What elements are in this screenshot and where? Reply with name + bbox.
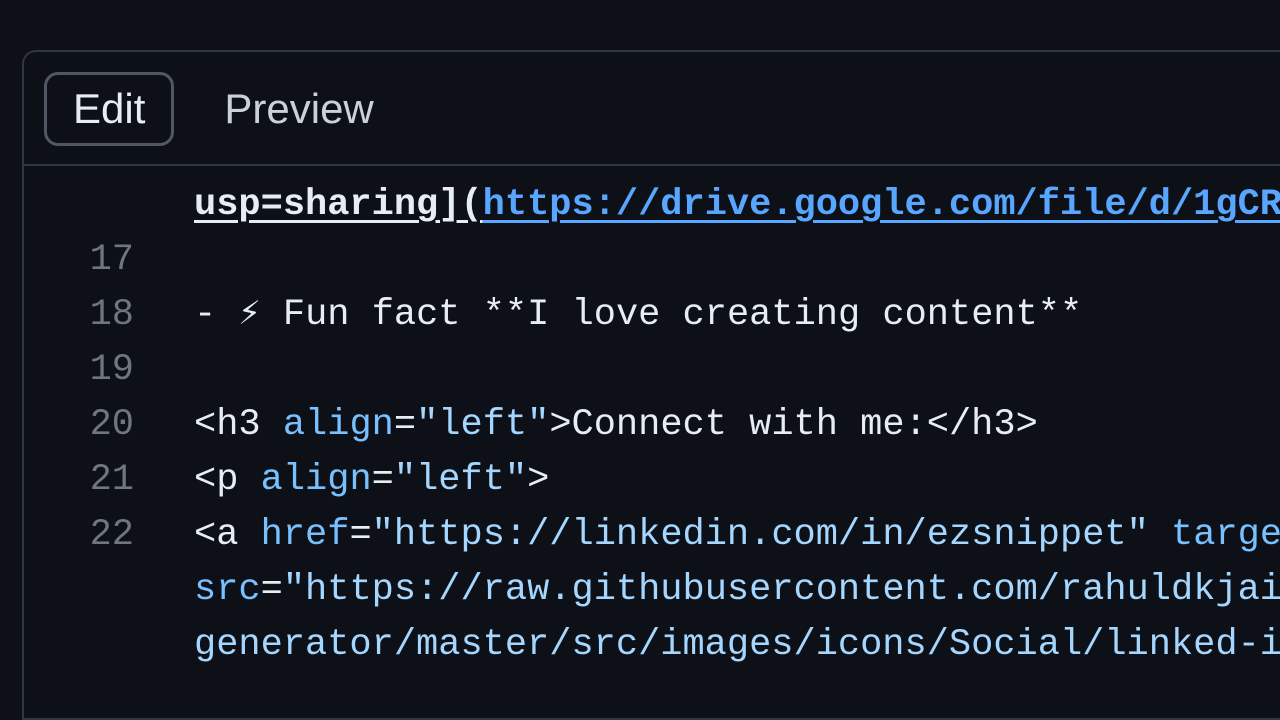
html-value: "left" — [394, 459, 527, 501]
html-punct: = — [261, 569, 283, 611]
code-line[interactable]: <p align="left"> — [194, 453, 1280, 508]
code-line[interactable]: usp=sharing](https://drive.google.com/fi… — [194, 178, 1280, 233]
code-editor[interactable]: 17 18 19 20 21 22 usp=sharing](https://d… — [24, 166, 1280, 673]
line-number: 22 — [24, 508, 134, 563]
html-punct: = — [394, 404, 416, 446]
top-spacer — [0, 0, 1280, 50]
html-attr: target — [1171, 514, 1280, 556]
line-number: 20 — [24, 398, 134, 453]
html-attr: href — [261, 514, 350, 556]
code-line-empty[interactable] — [194, 343, 1280, 398]
code-content[interactable]: usp=sharing](https://drive.google.com/fi… — [194, 178, 1280, 673]
code-line-empty[interactable] — [194, 233, 1280, 288]
html-value: "https://linkedin.com/in/ezsnippet" — [372, 514, 1149, 556]
editor-panel: Edit Preview 17 18 19 20 21 22 usp=shari… — [22, 50, 1280, 720]
link-url[interactable]: https://drive.google.com/file/d/1gCRFgqi… — [483, 184, 1280, 226]
link-text[interactable]: usp=sharing]( — [194, 184, 483, 226]
html-value: "left" — [416, 404, 549, 446]
line-number: 19 — [24, 343, 134, 398]
html-punct: = — [349, 514, 371, 556]
html-attr: src — [194, 569, 261, 611]
html-space — [1149, 514, 1171, 556]
html-value: generator/master/src/images/icons/Social… — [194, 624, 1280, 666]
line-number: 17 — [24, 233, 134, 288]
markdown-text: - ⚡ Fun fact **I love creating content** — [194, 294, 1082, 336]
line-number — [24, 178, 134, 233]
tab-preview[interactable]: Preview — [198, 75, 399, 143]
html-tag: <h3 — [194, 404, 283, 446]
line-number: 18 — [24, 288, 134, 343]
html-punct: = — [372, 459, 394, 501]
html-text: >Connect with me:</h3> — [549, 404, 1037, 446]
html-attr: align — [283, 404, 394, 446]
code-line-wrap[interactable]: generator/master/src/images/icons/Social… — [194, 618, 1280, 673]
tab-edit[interactable]: Edit — [44, 72, 174, 146]
line-number-gutter: 17 18 19 20 21 22 — [24, 178, 194, 673]
code-line[interactable]: <a href="https://linkedin.com/in/ezsnipp… — [194, 508, 1280, 563]
code-line[interactable]: <h3 align="left">Connect with me:</h3> — [194, 398, 1280, 453]
tab-bar: Edit Preview — [24, 52, 1280, 164]
html-punct: > — [527, 459, 549, 501]
html-tag: <a — [194, 514, 261, 556]
code-line-wrap[interactable]: src="https://raw.githubusercontent.com/r… — [194, 563, 1280, 618]
html-tag: <p — [194, 459, 261, 501]
code-line[interactable]: - ⚡ Fun fact **I love creating content** — [194, 288, 1280, 343]
html-value: "https://raw.githubusercontent.com/rahul… — [283, 569, 1280, 611]
line-number: 21 — [24, 453, 134, 508]
html-attr: align — [261, 459, 372, 501]
